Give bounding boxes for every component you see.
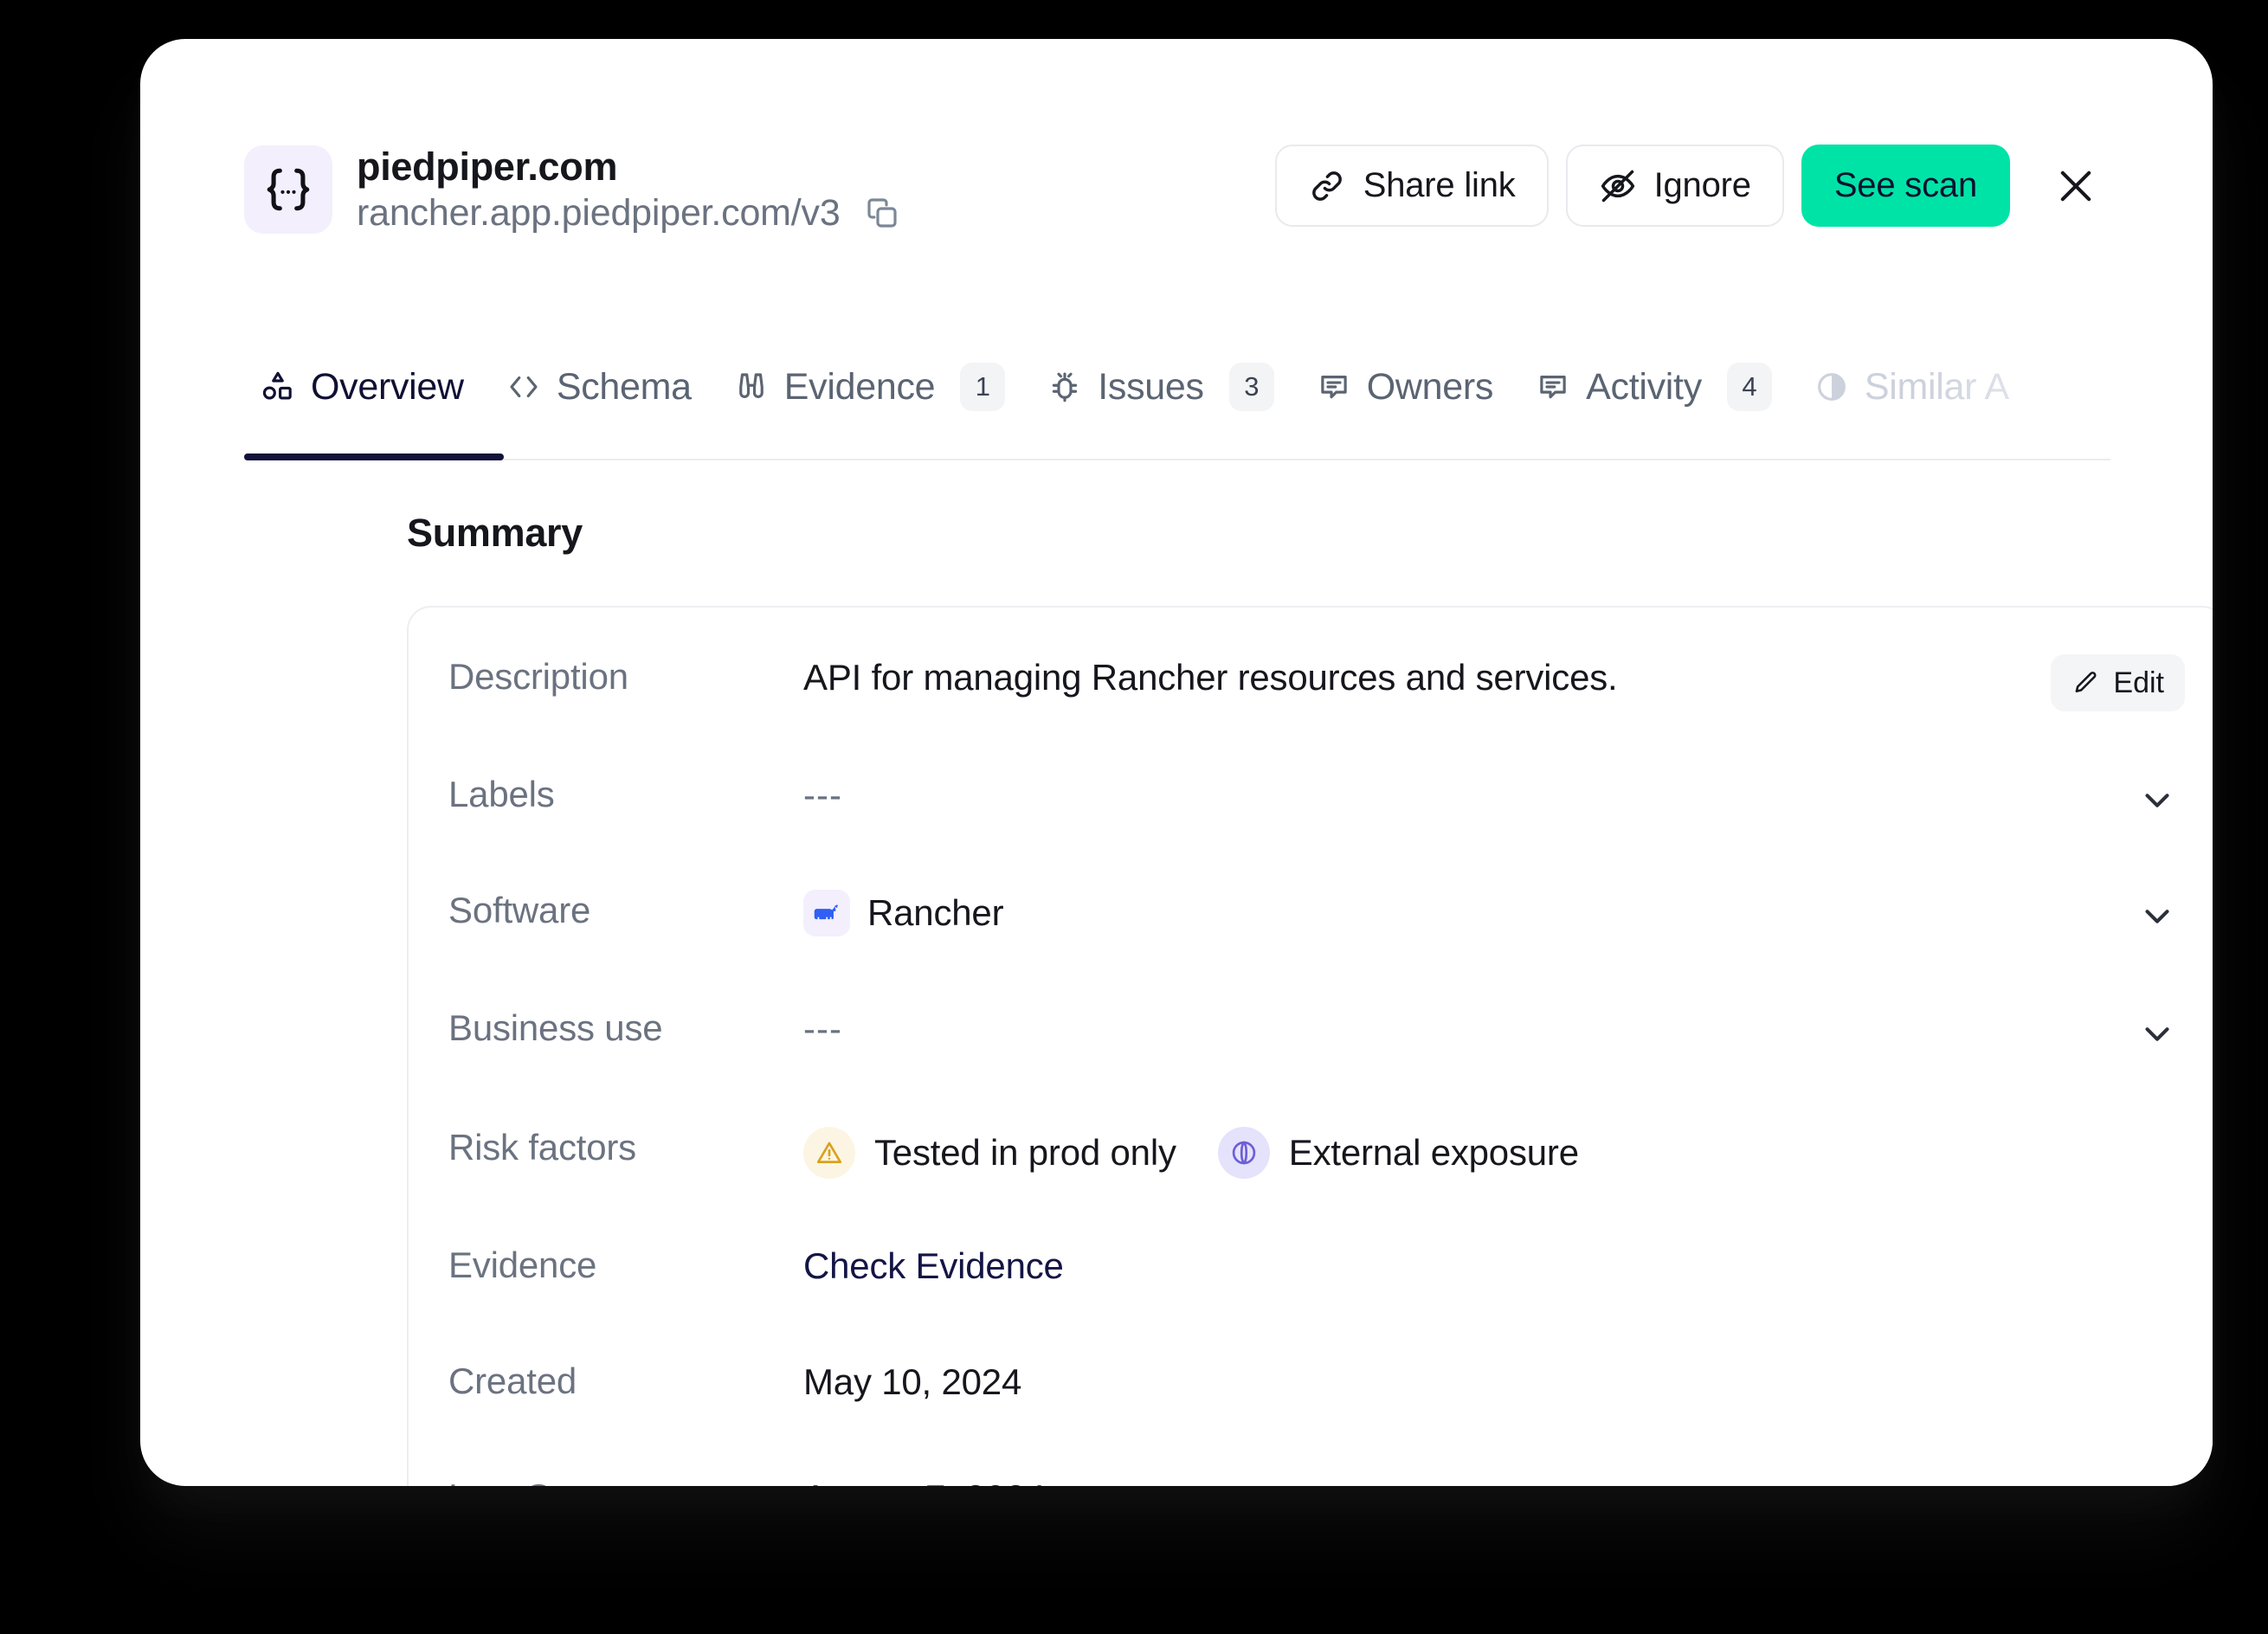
row-last-seen-value: August 7, 2024 <box>803 1473 2029 1486</box>
tab-evidence-label: Evidence <box>783 365 936 408</box>
code-icon <box>506 369 542 405</box>
summary-card: Description API for managing Rancher res… <box>407 606 2213 1486</box>
copy-icon[interactable] <box>863 194 901 232</box>
row-created: Created May 10, 2024 <box>448 1357 2185 1454</box>
row-labels: Labels --- <box>448 770 2185 867</box>
risk-tag-tested-in-prod: Tested in prod only <box>803 1127 1176 1179</box>
tab-evidence-badge: 1 <box>960 363 1006 411</box>
globe-icon <box>1217 1127 1270 1179</box>
row-risk-factors-label: Risk factors <box>448 1127 636 1168</box>
share-link-label: Share link <box>1363 166 1516 204</box>
contrast-icon <box>1814 369 1850 405</box>
braces-icon <box>244 145 332 235</box>
tab-schema[interactable]: Schema <box>485 344 712 430</box>
row-description-label: Description <box>448 656 628 697</box>
ignore-label: Ignore <box>1653 166 1751 204</box>
tab-issues-label: Issues <box>1098 365 1204 408</box>
tab-bar: Overview Schema Evidence 1 Issues 3 Owne… <box>140 344 2213 460</box>
shapes-icon <box>260 369 296 405</box>
comment-icon <box>1316 369 1352 405</box>
row-created-label: Created <box>448 1361 577 1401</box>
tab-activity-badge: 4 <box>1726 363 1772 411</box>
bug-icon <box>1047 369 1083 405</box>
comment-icon <box>1535 369 1571 405</box>
link-icon <box>1308 167 1346 205</box>
asset-identity: piedpiper.com rancher.app.piedpiper.com/… <box>244 145 901 235</box>
edit-description-label: Edit <box>2113 666 2164 699</box>
tab-schema-label: Schema <box>556 365 692 408</box>
edit-description-button[interactable]: Edit <box>2051 654 2185 711</box>
header-actions: Share link Ignore See scan <box>1274 145 2110 227</box>
check-evidence-link[interactable]: Check Evidence <box>803 1245 1064 1287</box>
tab-owners-label: Owners <box>1366 365 1494 408</box>
summary-heading: Summary <box>407 511 583 555</box>
row-business-use-label: Business use <box>448 1007 663 1048</box>
tab-evidence[interactable]: Evidence 1 <box>712 344 1027 430</box>
tab-activity-label: Activity <box>1586 365 1702 408</box>
page-title: piedpiper.com <box>357 145 618 189</box>
binoculars-icon <box>733 369 770 405</box>
close-icon[interactable] <box>2041 151 2110 221</box>
row-software-value: Rancher <box>803 886 2029 936</box>
tab-similar-assets-label: Similar A <box>1864 365 2009 408</box>
warning-triangle-icon <box>803 1127 855 1179</box>
tab-overview-label: Overview <box>311 365 464 408</box>
detail-modal-panel: piedpiper.com rancher.app.piedpiper.com/… <box>140 39 2213 1486</box>
row-software-name: Rancher <box>867 891 1004 933</box>
tab-owners[interactable]: Owners <box>1295 344 1514 430</box>
row-software-label: Software <box>448 890 591 930</box>
row-description-value: API for managing Rancher resources and s… <box>803 656 1618 698</box>
tab-issues-badge: 3 <box>1228 363 1274 411</box>
tab-similar-assets[interactable]: Similar A <box>1793 344 2030 430</box>
ignore-button[interactable]: Ignore <box>1565 145 1784 227</box>
rancher-cow-icon <box>803 890 850 936</box>
row-risk-factors-value: Tested in prod only External exposure <box>803 1123 2029 1179</box>
risk-tag-tested-in-prod-label: Tested in prod only <box>874 1131 1176 1173</box>
row-software: Software Rancher <box>448 886 2185 983</box>
row-evidence: Evidence Check Evidence <box>448 1241 2185 1338</box>
row-evidence-label: Evidence <box>448 1245 597 1285</box>
row-evidence-value: Check Evidence <box>803 1241 2029 1288</box>
active-tab-indicator <box>244 454 504 460</box>
share-link-button[interactable]: Share link <box>1274 145 1549 227</box>
row-risk-factors: Risk factors Tested in prod only Externa… <box>448 1123 2185 1220</box>
row-description: Description API for managing Rancher res… <box>448 653 2185 749</box>
asset-url: rancher.app.piedpiper.com/v3 <box>357 192 841 235</box>
row-labels-value: --- <box>803 774 842 815</box>
screen-background: piedpiper.com rancher.app.piedpiper.com/… <box>0 0 2268 1634</box>
row-last-seen: Last Seen August 7, 2024 <box>448 1473 2185 1486</box>
chevron-down-icon[interactable] <box>2129 772 2185 827</box>
tab-issues[interactable]: Issues 3 <box>1026 344 1294 430</box>
row-labels-label: Labels <box>448 774 555 814</box>
see-scan-label: See scan <box>1833 166 1977 204</box>
risk-tag-external-exposure: External exposure <box>1217 1127 1579 1179</box>
see-scan-button[interactable]: See scan <box>1801 145 2010 227</box>
tab-activity[interactable]: Activity 4 <box>1514 344 1793 430</box>
eye-off-icon <box>1599 167 1637 205</box>
row-last-seen-label: Last Seen <box>448 1473 803 1486</box>
risk-tag-external-exposure-label: External exposure <box>1288 1131 1579 1173</box>
chevron-down-icon[interactable] <box>2129 1006 2185 1061</box>
row-business-use-value: --- <box>803 1007 842 1049</box>
tab-overview[interactable]: Overview <box>244 344 485 430</box>
row-business-use: Business use --- <box>448 1004 2185 1101</box>
pencil-icon <box>2071 669 2099 697</box>
row-created-value: May 10, 2024 <box>803 1361 1022 1402</box>
chevron-down-icon[interactable] <box>2129 888 2185 943</box>
modal-header: piedpiper.com rancher.app.piedpiper.com/… <box>140 39 2213 240</box>
